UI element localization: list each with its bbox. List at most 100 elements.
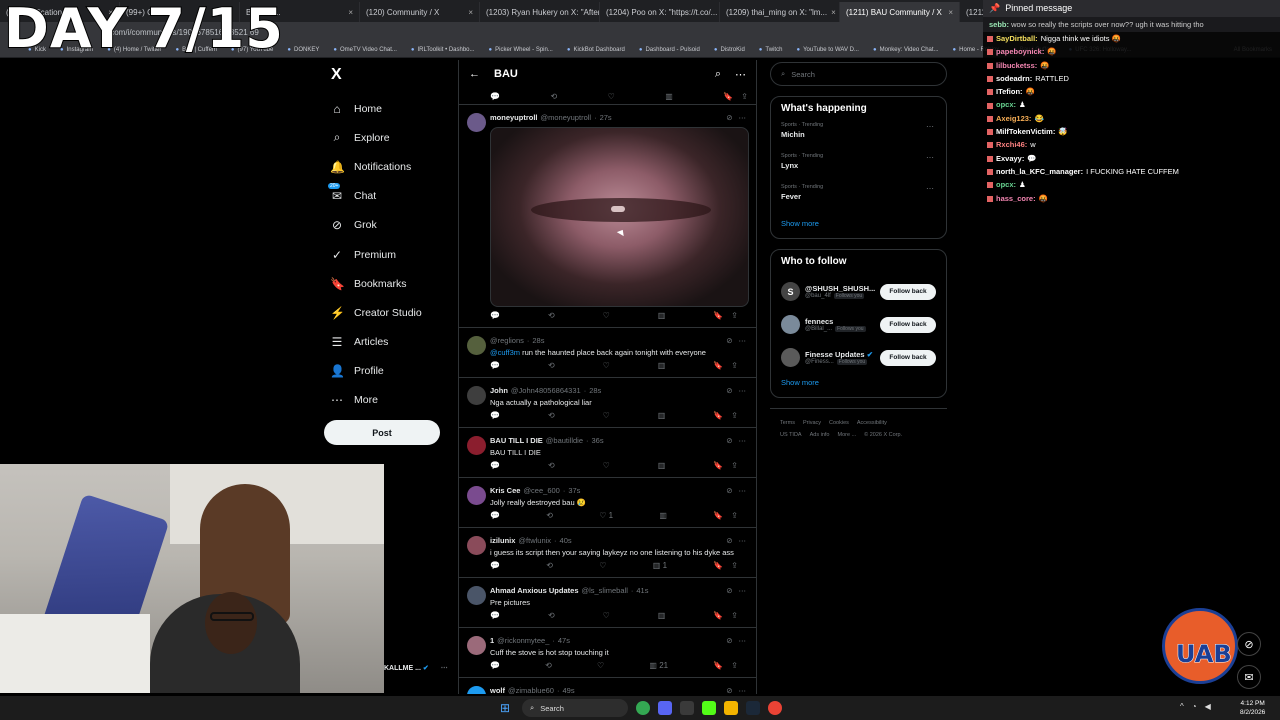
wifi-icon[interactable]: ◔ [1192,702,1197,711]
views-icon[interactable]: ▥ [658,461,666,470]
tweet[interactable]: wolf @zimablue60 · 49s ⊘ ⋯ [459,677,756,694]
like-icon[interactable]: ♡ [603,361,610,370]
more-options-icon[interactable]: ⋯ [739,686,747,695]
footer-link[interactable]: Cookies [829,420,849,426]
folder-icon[interactable] [724,701,738,715]
follow-name[interactable]: @SHUSH_SHUSH... [805,284,875,293]
browser-tab[interactable]: (120) Community / X × [360,2,480,22]
tweet[interactable]: izilunix @ftwlunix · 40s ⊘ ⋯ i guess its scrip… [459,527,756,577]
like-icon[interactable]: ♡ [597,661,604,670]
post-button[interactable]: Post [324,420,440,445]
taskbar-search[interactable]: ⌕ Search [522,699,628,717]
avatar[interactable] [467,336,486,355]
follow-suggestion[interactable]: Finesse Updates ✔ @Finess... Follows you Fo… [781,341,936,374]
kick-icon[interactable] [702,701,716,715]
retweet-icon[interactable]: ⟲ [546,561,553,570]
steam-icon[interactable] [746,701,760,715]
avatar[interactable] [467,486,486,505]
bookmark-item[interactable]: IRLToolkit • Dashbo... [411,47,475,53]
retweet-icon[interactable]: ⟲ [550,92,557,101]
like-icon[interactable]: ♡ [603,461,610,470]
follow-back-button[interactable]: Follow back [880,316,936,333]
chat-username[interactable]: north_la_KFC_manager: [996,167,1083,176]
tweet-author-name[interactable]: Kris Cee [490,486,520,495]
more-options-icon[interactable]: ⋯ [739,586,747,595]
footer-link[interactable]: US TIDA [780,432,802,438]
follow-back-button[interactable]: Follow back [880,349,936,366]
tweet-handle[interactable]: @zimablue60 [508,686,554,695]
follow-name[interactable]: fennecs [805,317,875,326]
retweet-icon[interactable]: ⟲ [548,311,555,320]
chat-username[interactable]: opcx: [996,180,1016,189]
reply-icon[interactable]: 💬 [490,561,500,570]
bookmark-item[interactable]: DONKEY [287,47,319,53]
chat-username[interactable]: sodeadrn: [996,74,1032,83]
views-icon[interactable]: ▥ [658,311,666,320]
discord-icon[interactable] [658,701,672,715]
share-icon[interactable]: ⇪ [731,661,738,670]
retweet-icon[interactable]: ⟲ [548,461,555,470]
tweet-media-image[interactable] [490,127,749,307]
nav-item-grok[interactable]: ⊘ Grok [320,211,458,240]
like-icon[interactable]: ♡ [608,92,615,101]
tweet-handle[interactable]: @moneyuptroll [541,113,592,122]
reply-icon[interactable]: 💬 [490,461,500,470]
grok-icon[interactable]: ⊘ [726,586,732,595]
share-icon[interactable]: ⇪ [731,461,738,470]
bookmark-icon[interactable]: 🔖 [713,661,723,670]
tweet-handle[interactable]: @bautilldie [546,436,583,445]
tweet-author-name[interactable]: BAU TILL I DIE [490,436,543,445]
retweet-icon[interactable]: ⟲ [548,361,555,370]
trend-item[interactable]: Sports · Trending Fever ⋯ [781,184,936,215]
nav-item-explore[interactable]: ⌕ Explore [320,123,458,152]
share-icon[interactable]: ⇪ [731,311,738,320]
like-icon[interactable]: ♡ [603,411,610,420]
nav-item-profile[interactable]: 👤 Profile [320,357,458,386]
follow-back-button[interactable]: Follow back [880,283,936,300]
bookmark-item[interactable]: Twitch [759,47,782,53]
bookmark-icon[interactable]: 🔖 [713,461,723,470]
bookmark-icon[interactable]: 🔖 [713,611,723,620]
tweet[interactable]: @reglions · 28s ⊘ ⋯ @cuff3m run the haunted p… [459,327,756,377]
like-icon[interactable]: ♡ [599,561,606,570]
views-icon[interactable]: ▥ 21 [649,661,668,670]
tweet-handle[interactable]: @John48056864331 [511,386,581,395]
nav-item-articles[interactable]: ☰ Articles [320,328,458,357]
footer-link[interactable]: Accessibility [857,420,887,426]
retweet-icon[interactable]: ⟲ [545,661,552,670]
chat-username[interactable]: opcx: [996,100,1016,109]
tweet[interactable]: BAU TILL I DIE @bautilldie · 36s ⊘ ⋯ BAU TILL … [459,427,756,477]
tweet-handle[interactable]: @ftwlunix [518,536,551,545]
browser-tab[interactable]: (1203) Ryan Hukery on X: "After...× [480,2,600,22]
footer-link[interactable]: © 2026 X Corp. [864,432,902,438]
footer-link[interactable]: Privacy [803,420,821,426]
tweet[interactable]: Kris Cee @cee_600 · 37s ⊘ ⋯ Jolly really destr… [459,477,756,527]
tweet-time[interactable]: 37s [568,486,580,495]
x-logo-icon[interactable]: X [331,66,458,84]
taskbar-clock[interactable]: 4:12 PM 8/2/2026 [1240,699,1265,717]
avatar[interactable] [467,586,486,605]
chat-username[interactable]: Axeig123: [996,114,1031,123]
avatar[interactable]: S [781,282,800,301]
avatar[interactable] [467,636,486,655]
close-icon[interactable]: × [948,8,953,17]
search-icon[interactable]: ⌕ [715,68,721,81]
chat-username[interactable]: SayDirtball: [996,34,1038,43]
reply-icon[interactable]: 💬 [490,661,500,670]
more-options-icon[interactable]: ⋯ [739,113,747,122]
bookmark-item[interactable]: YouTube to WAV D... [796,47,859,53]
messages-float-icon[interactable]: ✉ [1237,665,1261,689]
views-icon[interactable]: ▥ [658,361,666,370]
tweet-handle[interactable]: @ls_slimeball [581,586,627,595]
bookmark-item[interactable]: KickBot Dashboard [567,47,624,53]
tweet[interactable]: 1 @rickonmytee_ · 47s ⊘ ⋯ Cuff the stove is ho… [459,627,756,677]
grok-icon[interactable]: ⊘ [726,536,732,545]
footer-link[interactable]: Terms [780,420,795,426]
bookmark-icon[interactable]: 🔖 [713,361,723,370]
more-options-icon[interactable]: ⋯ [739,636,747,645]
follow-suggestion[interactable]: S @SHUSH_SHUSH... @bau_4lf Follows you Follo… [781,275,936,308]
grok-icon[interactable]: ⊘ [726,636,732,645]
nav-item-creator-studio[interactable]: ⚡ Creator Studio [320,298,458,327]
nav-item-notifications[interactable]: 🔔 Notifications [320,152,458,181]
browser-tab[interactable]: (1204) Poo on X: "https://t.co/...× [600,2,720,22]
